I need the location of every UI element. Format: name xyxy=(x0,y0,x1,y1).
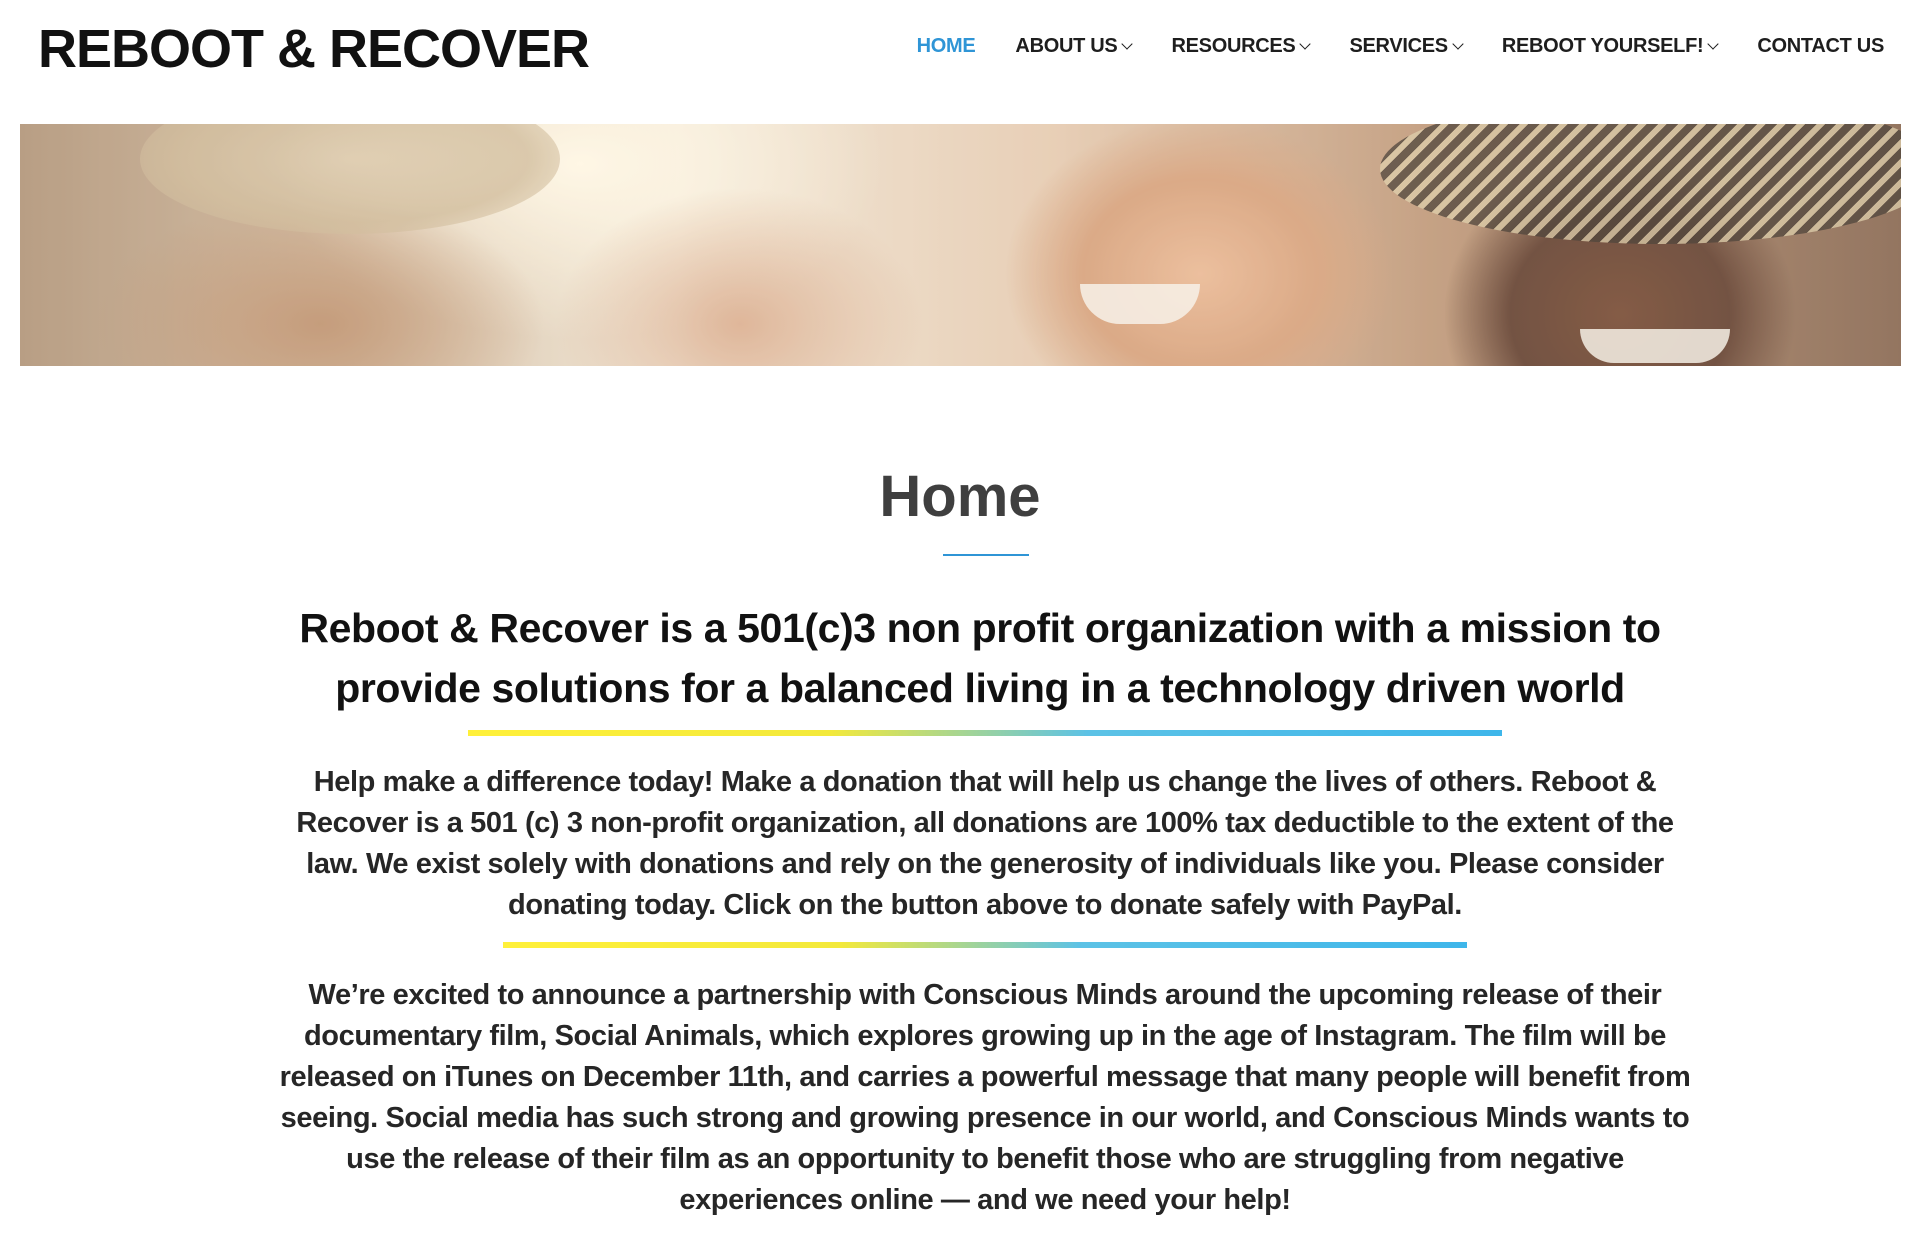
nav-item-label: CONTACT US xyxy=(1757,34,1884,57)
nav-item-label: ABOUT US xyxy=(1015,34,1118,57)
gradient-divider xyxy=(503,942,1467,948)
chevron-down-icon xyxy=(1121,37,1134,50)
page-title: Home xyxy=(879,464,1041,529)
nav-item-reboot-yourself[interactable]: REBOOT YOURSELF! xyxy=(1501,34,1720,58)
mission-statement: Reboot & Recover is a 501(c)3 non profit… xyxy=(299,605,1661,711)
nav-item-label: SERVICES xyxy=(1349,34,1448,57)
hero-banner-image xyxy=(20,124,1901,366)
nav-item-resources[interactable]: RESOURCES xyxy=(1171,34,1312,58)
nav-item-about-us[interactable]: ABOUT US xyxy=(1015,34,1134,58)
nav-item-services[interactable]: SERVICES xyxy=(1349,34,1464,58)
nav-item-label: RESOURCES xyxy=(1171,34,1296,57)
nav-item-home[interactable]: HOME xyxy=(917,35,976,58)
chevron-down-icon xyxy=(1452,37,1464,50)
title-underline xyxy=(943,554,1029,556)
main-nav: HOME ABOUT US RESOURCES SERVICES REBOOT … xyxy=(877,30,1885,62)
chevron-down-icon xyxy=(1299,37,1312,50)
hero-overlay xyxy=(20,124,1901,366)
donation-paragraph: Help make a difference today! Make a don… xyxy=(296,766,1674,921)
main-content: Home Reboot & Recover is a 501(c)3 non p… xyxy=(0,366,1920,1243)
site-logo[interactable]: REBOOT & RECOVER xyxy=(38,14,590,84)
nav-item-label: HOME xyxy=(916,34,976,57)
nav-item-label: REBOOT YOURSELF! xyxy=(1501,34,1704,57)
nav-item-contact-us[interactable]: CONTACT US xyxy=(1757,35,1884,58)
site-header: REBOOT & RECOVER HOME ABOUT US RESOURCES… xyxy=(0,0,1920,124)
chevron-down-icon xyxy=(1707,37,1720,50)
gradient-divider xyxy=(468,730,1502,736)
partnership-paragraph: We’re excited to announce a partnership … xyxy=(279,979,1691,1216)
